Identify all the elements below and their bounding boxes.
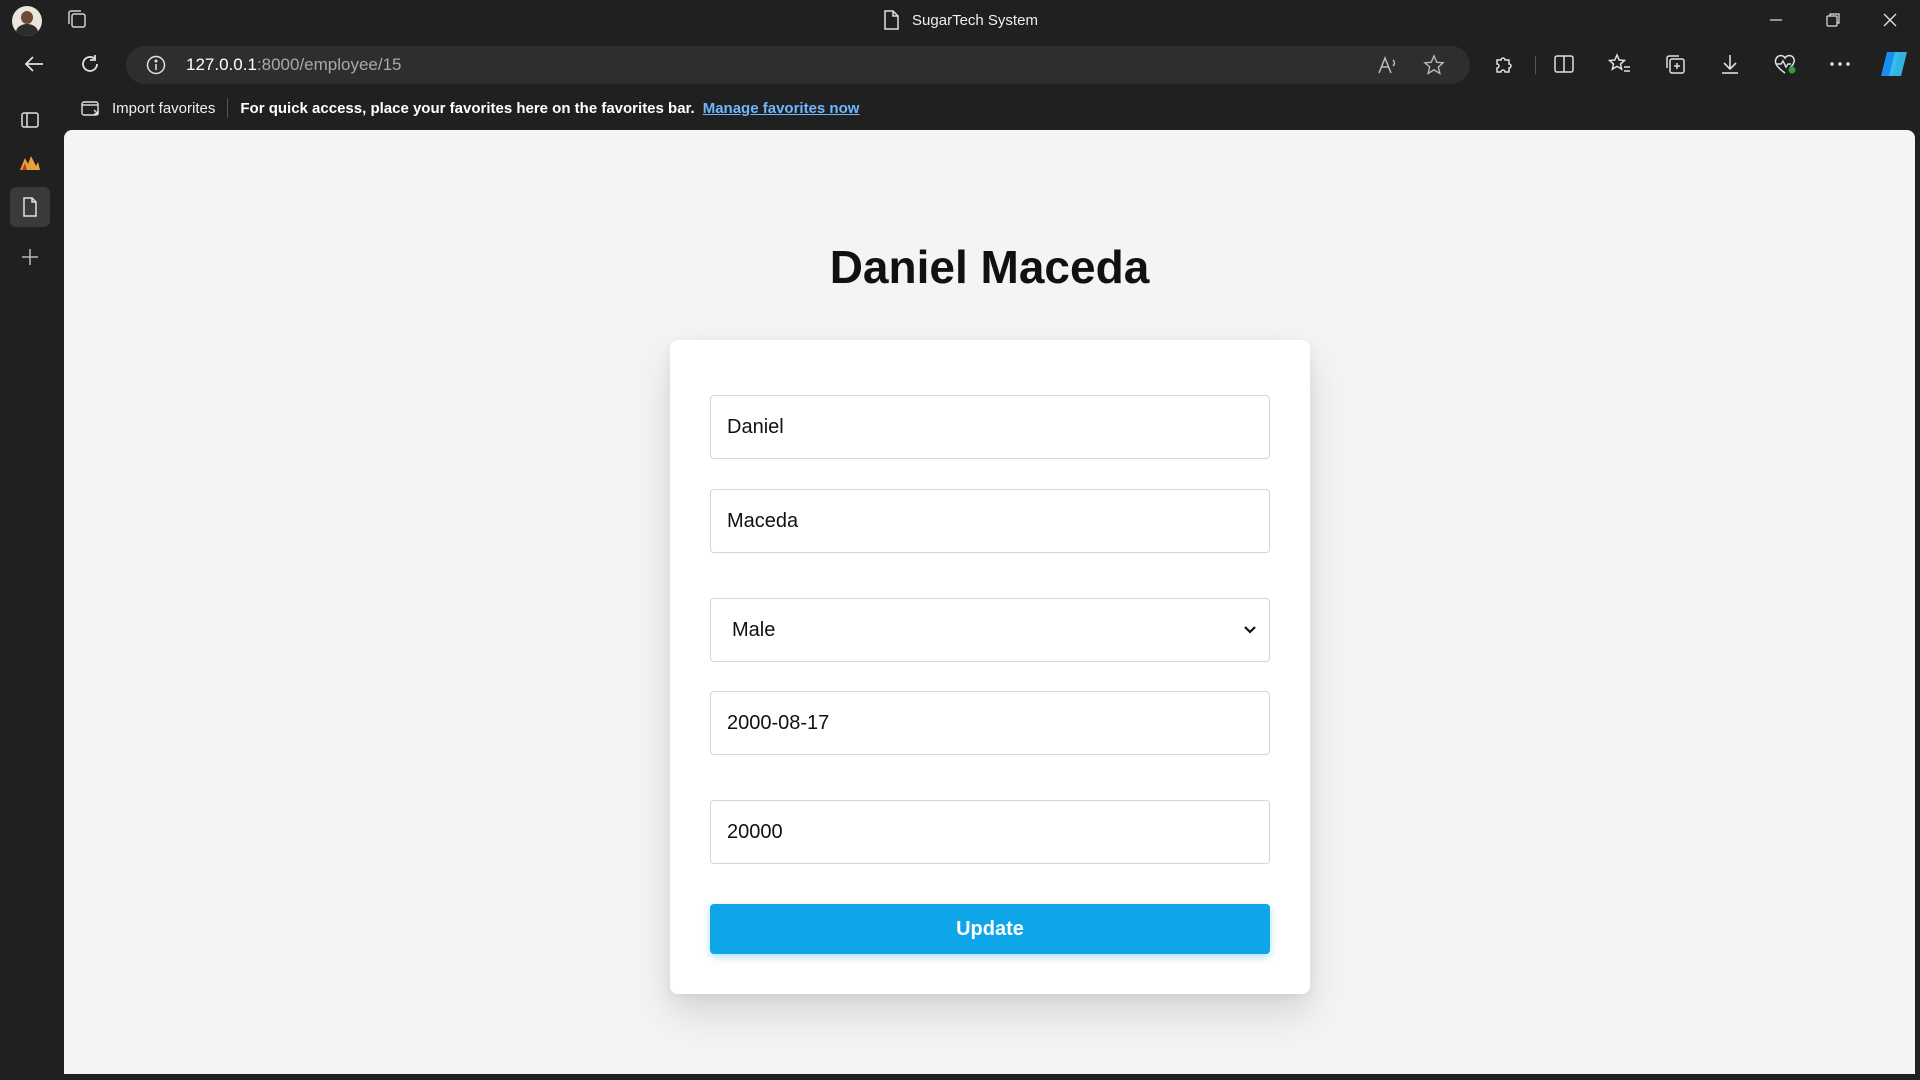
employee-form-card: Daniel Maceda Male 2000-08-17 20000 Upda… bbox=[670, 340, 1310, 994]
chevron-down-icon bbox=[1244, 626, 1256, 634]
salary-input[interactable]: 20000 bbox=[710, 800, 1270, 864]
page-content: Daniel Maceda Daniel Maceda Male 2000-08… bbox=[64, 130, 1915, 1074]
tab-actions-button[interactable] bbox=[10, 100, 50, 140]
star-icon bbox=[1423, 54, 1445, 75]
favorite-star-button[interactable] bbox=[1420, 51, 1448, 79]
close-button[interactable] bbox=[1862, 0, 1918, 40]
refresh-icon bbox=[82, 55, 98, 72]
site-info-icon[interactable] bbox=[146, 55, 166, 75]
refresh-button[interactable] bbox=[72, 46, 108, 82]
browser-sidebar bbox=[0, 100, 60, 1080]
extensions-button[interactable] bbox=[1486, 46, 1522, 82]
read-aloud-button[interactable] bbox=[1374, 51, 1402, 79]
import-favorites-button[interactable]: Import favorites bbox=[64, 98, 215, 118]
address-bar[interactable]: 127.0.0.1:8000/employee/15 bbox=[126, 46, 1470, 84]
favorites-list-icon bbox=[1608, 53, 1630, 72]
new-tab-button[interactable] bbox=[10, 237, 50, 277]
birth-date-value: 2000-08-17 bbox=[727, 711, 830, 734]
workspaces-icon[interactable] bbox=[64, 8, 90, 32]
puzzle-icon bbox=[1496, 57, 1512, 73]
back-button[interactable] bbox=[16, 46, 52, 82]
favorites-bar: Import favorites For quick access, place… bbox=[64, 92, 1920, 124]
last-name-value: Maceda bbox=[727, 509, 799, 532]
page-icon bbox=[884, 10, 899, 30]
tab-actions-icon bbox=[21, 112, 39, 128]
favorites-button[interactable] bbox=[1602, 46, 1638, 82]
downloads-button[interactable] bbox=[1712, 46, 1748, 82]
gender-select[interactable]: Male bbox=[710, 598, 1270, 662]
minimize-button[interactable] bbox=[1748, 0, 1804, 40]
split-screen-icon bbox=[1554, 55, 1574, 73]
title-bar: SugarTech System bbox=[0, 0, 1920, 40]
url-text[interactable]: 127.0.0.1:8000/employee/15 bbox=[186, 55, 402, 75]
more-icon bbox=[1830, 62, 1850, 66]
gender-selected-value: Male bbox=[732, 618, 776, 641]
last-name-input[interactable]: Maceda bbox=[710, 489, 1270, 553]
birth-date-input[interactable]: 2000-08-17 bbox=[710, 691, 1270, 755]
profile-avatar[interactable] bbox=[12, 6, 42, 36]
browser-toolbar: 127.0.0.1:8000/employee/15 bbox=[0, 42, 1920, 86]
download-icon bbox=[1722, 55, 1738, 74]
plus-icon bbox=[22, 249, 38, 265]
first-name-input[interactable]: Daniel bbox=[710, 395, 1270, 459]
manage-favorites-link[interactable]: Manage favorites now bbox=[703, 100, 860, 117]
current-tab-button[interactable] bbox=[10, 187, 50, 227]
page-icon bbox=[23, 197, 37, 217]
toolbar-divider bbox=[1535, 56, 1536, 74]
copilot-button[interactable] bbox=[1876, 46, 1912, 82]
pinned-site-button[interactable] bbox=[10, 143, 50, 183]
copilot-icon bbox=[1881, 52, 1907, 76]
url-path: :8000/employee/15 bbox=[256, 55, 402, 74]
more-options-button[interactable] bbox=[1822, 46, 1858, 82]
url-host: 127.0.0.1 bbox=[186, 55, 257, 74]
update-button[interactable]: Update bbox=[710, 904, 1270, 954]
restore-icon bbox=[1826, 13, 1840, 27]
collections-button[interactable] bbox=[1657, 46, 1693, 82]
restore-button[interactable] bbox=[1805, 0, 1861, 40]
split-screen-button[interactable] bbox=[1546, 46, 1582, 82]
import-icon bbox=[81, 101, 99, 116]
salary-value: 20000 bbox=[727, 820, 783, 843]
read-aloud-icon bbox=[1378, 55, 1396, 74]
back-arrow-icon bbox=[24, 56, 43, 72]
heart-pulse-icon bbox=[1774, 54, 1796, 74]
first-name-value: Daniel bbox=[727, 415, 784, 438]
close-icon bbox=[1883, 13, 1897, 27]
window-title: SugarTech System bbox=[912, 11, 1038, 29]
import-favorites-label: Import favorites bbox=[112, 99, 216, 117]
browser-essentials-button[interactable] bbox=[1767, 46, 1803, 82]
minimize-icon bbox=[1770, 19, 1782, 21]
page-title: Daniel Maceda bbox=[829, 241, 1150, 293]
favorites-message: For quick access, place your favorites h… bbox=[240, 99, 695, 117]
collections-icon bbox=[1666, 55, 1685, 74]
mountain-logo-icon bbox=[20, 156, 40, 170]
favorites-divider bbox=[227, 98, 229, 118]
